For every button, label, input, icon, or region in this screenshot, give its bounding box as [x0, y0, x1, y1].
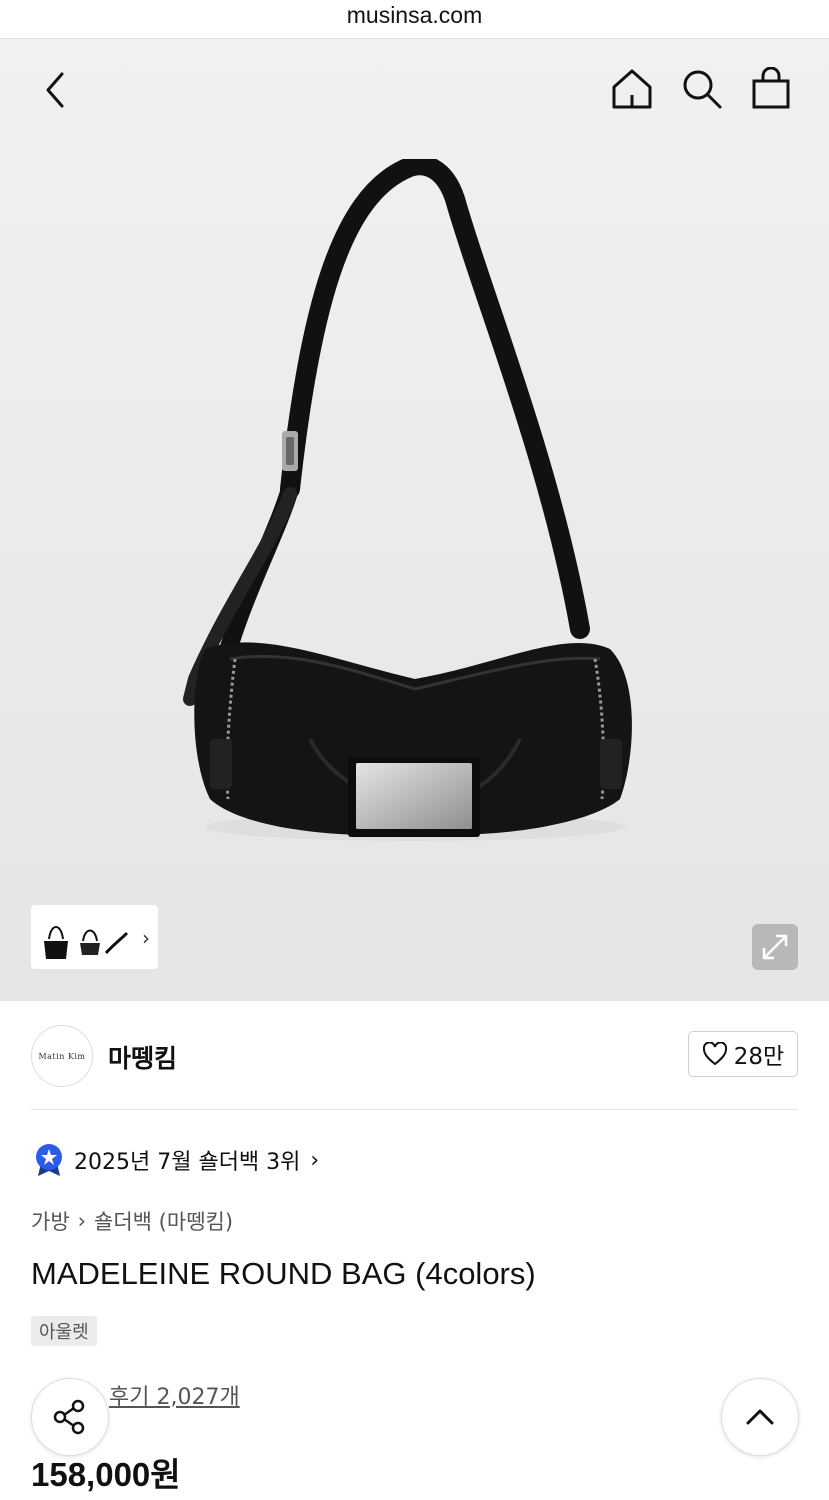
home-button[interactable]: [610, 67, 654, 111]
divider: [31, 1109, 798, 1110]
shopping-bag-icon: [752, 66, 790, 109]
breadcrumb: 가방 › 숄더백 (마뗑킴): [31, 1206, 233, 1236]
browser-url-bar[interactable]: musinsa.com: [0, 0, 829, 39]
chevron-up-icon: [746, 1409, 774, 1425]
like-count: 28만: [733, 1044, 785, 1070]
breadcrumb-category[interactable]: 가방: [31, 1206, 70, 1236]
brand-logo-text: Matin Kim: [38, 1051, 86, 1061]
product-image-gallery[interactable]: ›: [0, 39, 829, 1001]
expand-icon: [762, 934, 788, 960]
url-text: musinsa.com: [346, 2, 483, 28]
back-button[interactable]: [38, 70, 74, 110]
ranking-text: 2025년 7월 숄더백 3위: [74, 1150, 301, 1175]
thumbnail-more-icon[interactable]: ›: [142, 926, 150, 950]
product-image: [170, 155, 660, 879]
scroll-top-button[interactable]: [721, 1378, 799, 1456]
outlet-badge: 아울렛: [31, 1316, 97, 1346]
thumbnail-image[interactable]: [41, 915, 71, 961]
brand-logo[interactable]: Matin Kim: [31, 1025, 93, 1087]
breadcrumb-subcategory[interactable]: 숄더백 (마뗑킴): [94, 1206, 233, 1236]
ranking-arrow-icon: ›: [310, 1147, 320, 1173]
expand-button[interactable]: [752, 924, 798, 970]
share-icon: [53, 1399, 85, 1435]
heart-icon: [702, 1042, 727, 1066]
brand-row: Matin Kim 마뗑킴 28만: [31, 1025, 798, 1089]
thumbnail-image[interactable]: [101, 915, 131, 961]
ranking-badge-icon: [36, 1144, 62, 1176]
like-button[interactable]: 28만: [688, 1031, 798, 1077]
chevron-left-icon: [46, 72, 64, 108]
search-button[interactable]: [680, 67, 724, 111]
cart-button[interactable]: [750, 66, 792, 111]
home-icon: [612, 69, 652, 109]
product-price: 158,000원: [31, 1456, 181, 1493]
thumbnail-strip[interactable]: ›: [31, 905, 158, 969]
breadcrumb-separator-icon: ›: [77, 1209, 87, 1233]
search-icon: [683, 70, 722, 109]
brand-name[interactable]: 마뗑킴: [108, 1039, 177, 1075]
ranking-link[interactable]: 2025년 7월 숄더백 3위 ›: [34, 1142, 319, 1178]
review-link[interactable]: 후기 2,027개: [109, 1379, 240, 1411]
share-button[interactable]: [31, 1378, 109, 1456]
product-title: MADELEINE ROUND BAG (4colors): [31, 1256, 536, 1291]
